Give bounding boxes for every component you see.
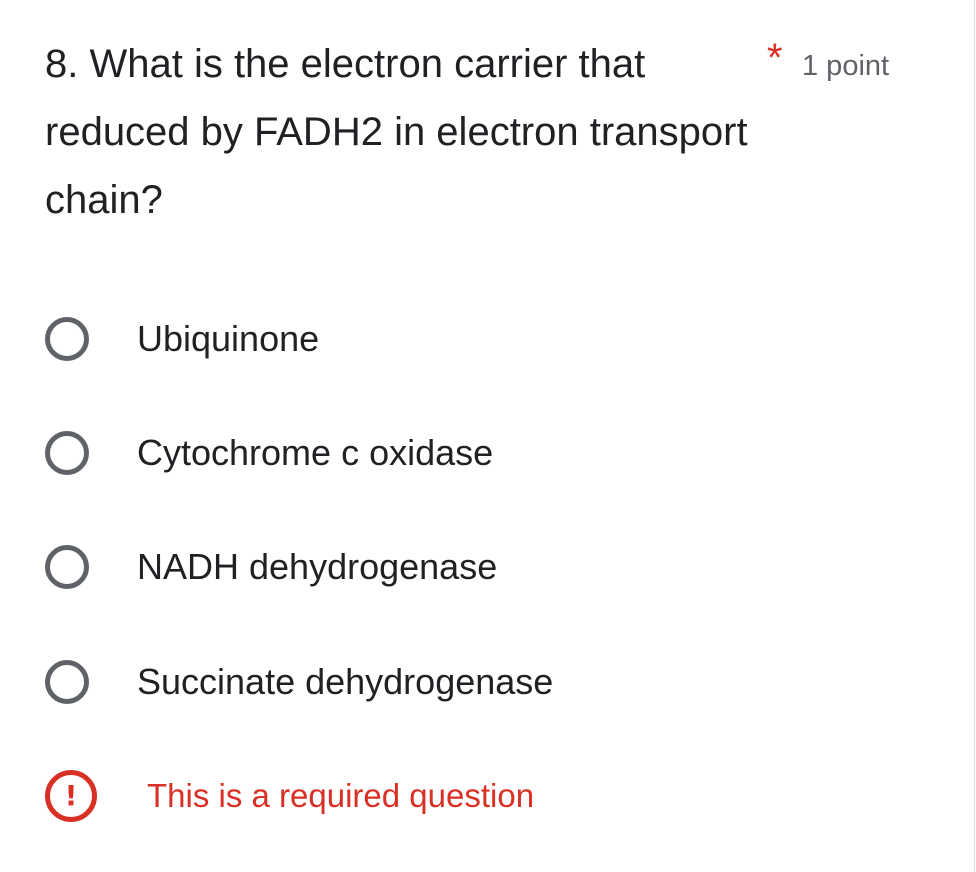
option-ubiquinone[interactable]: Ubiquinone: [45, 309, 319, 369]
option-nadh-dehydrogenase[interactable]: NADH dehydrogenase: [45, 537, 497, 597]
radio-button-unchecked-icon[interactable]: [45, 545, 89, 589]
option-succinate-dehydrogenase[interactable]: Succinate dehydrogenase: [45, 652, 553, 712]
option-cytochrome-c-oxidase[interactable]: Cytochrome c oxidase: [45, 423, 493, 483]
error-exclamation-icon: !: [45, 770, 97, 822]
radio-options-group: Ubiquinone Cytochrome c oxidase NADH deh…: [45, 0, 925, 872]
error-text: This is a required question: [147, 777, 535, 814]
question-card: 8. What is the electron carrier that red…: [0, 0, 975, 872]
option-label: NADH dehydrogenase: [137, 546, 498, 587]
option-label: Cytochrome c oxidase: [137, 432, 494, 473]
option-label: Succinate dehydrogenase: [137, 661, 554, 702]
radio-button-unchecked-icon[interactable]: [45, 431, 89, 475]
radio-button-unchecked-icon[interactable]: [45, 317, 89, 361]
required-error-message: ! This is a required question: [45, 770, 534, 822]
radio-button-unchecked-icon[interactable]: [45, 660, 89, 704]
option-label: Ubiquinone: [137, 318, 320, 359]
